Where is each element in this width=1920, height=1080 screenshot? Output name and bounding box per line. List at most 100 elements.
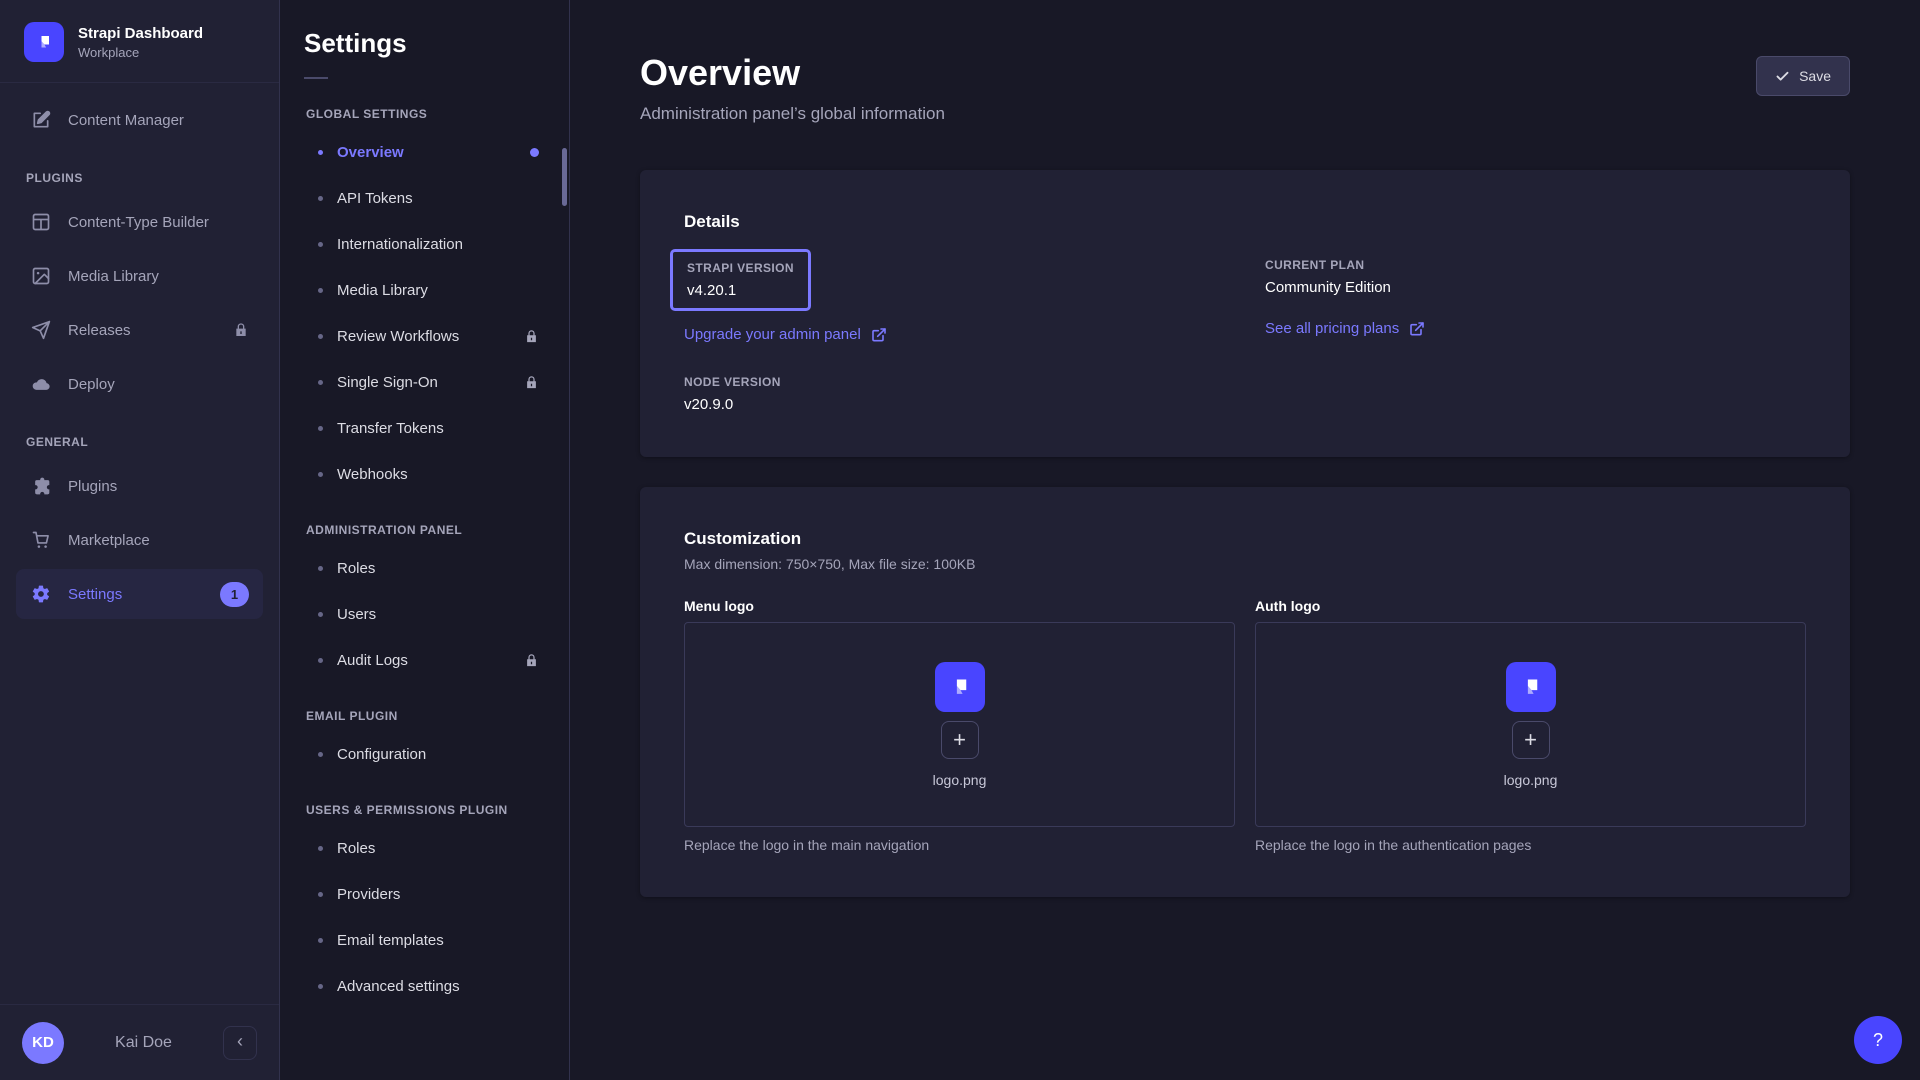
collapse-sidebar-button[interactable]: ‹ — [223, 1026, 257, 1060]
bullet-icon — [318, 846, 323, 851]
subnav-item-media-library[interactable]: Media Library — [292, 269, 557, 311]
help-button[interactable]: ? — [1854, 1016, 1902, 1064]
upgrade-admin-panel-link[interactable]: Upgrade your admin panel — [684, 326, 887, 343]
subnav-item-label: Roles — [337, 560, 539, 577]
subnav-item-roles[interactable]: Roles — [292, 547, 557, 589]
avatar[interactable]: KD — [22, 1022, 64, 1064]
add-logo-button[interactable]: + — [1512, 721, 1550, 759]
subnav-scrollbar-thumb[interactable] — [562, 148, 567, 206]
logo-file-name: logo.png — [933, 772, 987, 788]
external-link-icon — [871, 327, 887, 343]
strapi-logo-icon — [1506, 662, 1556, 712]
subnav-item-advanced-settings[interactable]: Advanced settings — [292, 965, 557, 1007]
subnav-section-label: USERS & PERMISSIONS PLUGIN — [292, 803, 557, 817]
details-grid: STRAPI VERSION v4.20.1 Upgrade your admi… — [684, 258, 1806, 413]
page-title-block: Overview Administration panel’s global i… — [640, 52, 945, 124]
pen-icon — [30, 109, 52, 131]
auth-logo-upload-box[interactable]: + logo.png — [1255, 622, 1806, 827]
paper-plane-icon — [30, 319, 52, 341]
subnav-item-audit-logs[interactable]: Audit Logs — [292, 639, 557, 681]
menu-logo-upload-box[interactable]: + logo.png — [684, 622, 1235, 827]
nav-item-releases[interactable]: Releases — [16, 305, 263, 355]
current-plan-value: Community Edition — [1265, 279, 1806, 296]
gear-icon — [30, 583, 52, 605]
pricing-plans-link[interactable]: See all pricing plans — [1265, 320, 1425, 337]
subnav-item-label: Internationalization — [337, 236, 539, 253]
question-mark-icon: ? — [1873, 1030, 1883, 1051]
puzzle-icon — [30, 475, 52, 497]
bullet-icon — [318, 984, 323, 989]
user-bar: KD Kai Doe ‹ — [0, 1004, 279, 1080]
nav-item-content-manager[interactable]: Content Manager — [16, 95, 263, 145]
subnav-item-internationalization[interactable]: Internationalization — [292, 223, 557, 265]
nav-item-label: Deploy — [68, 376, 249, 393]
subnav-item-label: Media Library — [337, 282, 539, 299]
subnav-item-api-tokens[interactable]: API Tokens — [292, 177, 557, 219]
upgrade-link-label: Upgrade your admin panel — [684, 326, 861, 343]
subnav-title: Settings — [304, 28, 545, 59]
bullet-icon — [318, 288, 323, 293]
workspace-subtitle: Workplace — [78, 45, 203, 60]
node-version-value: v20.9.0 — [684, 396, 1225, 413]
subnav-item-webhooks[interactable]: Webhooks — [292, 453, 557, 495]
subnav-item-label: Configuration — [337, 746, 539, 763]
subnav-item-configuration[interactable]: Configuration — [292, 733, 557, 775]
page-title: Overview — [640, 52, 945, 94]
auth-logo-label: Auth logo — [1255, 598, 1806, 614]
nav-item-marketplace[interactable]: Marketplace — [16, 515, 263, 565]
subnav-section-label: ADMINISTRATION PANEL — [292, 523, 557, 537]
pricing-link-label: See all pricing plans — [1265, 320, 1399, 337]
add-logo-button[interactable]: + — [941, 721, 979, 759]
workspace-title: Strapi Dashboard — [78, 25, 203, 42]
subnav-section-label: GLOBAL SETTINGS — [292, 107, 557, 121]
nav-item-plugins[interactable]: Plugins — [16, 461, 263, 511]
cloud-icon — [30, 373, 52, 395]
workspace-text: Strapi Dashboard Workplace — [78, 25, 203, 60]
workspace-brand: Strapi Dashboard Workplace — [0, 0, 279, 83]
customization-subtitle: Max dimension: 750×750, Max file size: 1… — [684, 556, 1806, 572]
nav-section-general: GENERAL — [16, 435, 263, 449]
nav-item-settings[interactable]: Settings 1 — [16, 569, 263, 619]
subnav-item-label: Overview — [337, 144, 516, 161]
subnav-item-review-workflows[interactable]: Review Workflows — [292, 315, 557, 357]
nav-item-label: Content-Type Builder — [68, 214, 249, 231]
plus-icon: + — [1524, 727, 1537, 752]
user-name: Kai Doe — [78, 1034, 209, 1052]
subnav-section-administration-panel: ADMINISTRATION PANEL Roles Users Audit L… — [292, 523, 557, 681]
subnav-item-up-roles[interactable]: Roles — [292, 827, 557, 869]
subnav-item-single-sign-on[interactable]: Single Sign-On — [292, 361, 557, 403]
chevron-left-icon: ‹ — [237, 1032, 243, 1050]
subnav-item-overview[interactable]: Overview — [292, 131, 557, 173]
subnav-item-label: Roles — [337, 840, 539, 857]
details-title: Details — [684, 212, 1806, 232]
auth-logo-field: Auth logo + logo.png Replace the logo in… — [1255, 598, 1806, 853]
lock-icon — [524, 329, 539, 344]
subnav-item-transfer-tokens[interactable]: Transfer Tokens — [292, 407, 557, 449]
subnav-item-users[interactable]: Users — [292, 593, 557, 635]
external-link-icon — [1409, 321, 1425, 337]
nav-item-media-library[interactable]: Media Library — [16, 251, 263, 301]
subnav-item-label: Audit Logs — [337, 652, 510, 669]
plus-icon: + — [953, 727, 966, 752]
subnav-item-providers[interactable]: Providers — [292, 873, 557, 915]
settings-subnav: Settings GLOBAL SETTINGS Overview API To… — [280, 0, 570, 1080]
bullet-icon — [318, 566, 323, 571]
save-button[interactable]: Save — [1756, 56, 1850, 96]
subnav-section-email-plugin: EMAIL PLUGIN Configuration — [292, 709, 557, 775]
menu-logo-hint: Replace the logo in the main navigation — [684, 837, 1235, 853]
node-version-label: NODE VERSION — [684, 375, 1225, 389]
current-plan-block: CURRENT PLAN Community Edition — [1265, 258, 1806, 296]
subnav-item-email-templates[interactable]: Email templates — [292, 919, 557, 961]
lock-icon — [524, 375, 539, 390]
layout-icon — [30, 211, 52, 233]
current-plan-label: CURRENT PLAN — [1265, 258, 1806, 272]
nav-item-content-type-builder[interactable]: Content-Type Builder — [16, 197, 263, 247]
bullet-icon — [318, 242, 323, 247]
notification-dot-icon — [530, 148, 539, 157]
subnav-item-label: Users — [337, 606, 539, 623]
nav-item-label: Content Manager — [68, 112, 249, 129]
nav-item-deploy[interactable]: Deploy — [16, 359, 263, 409]
menu-logo-label: Menu logo — [684, 598, 1235, 614]
subnav-item-label: Providers — [337, 886, 539, 903]
subnav-divider — [304, 77, 328, 79]
